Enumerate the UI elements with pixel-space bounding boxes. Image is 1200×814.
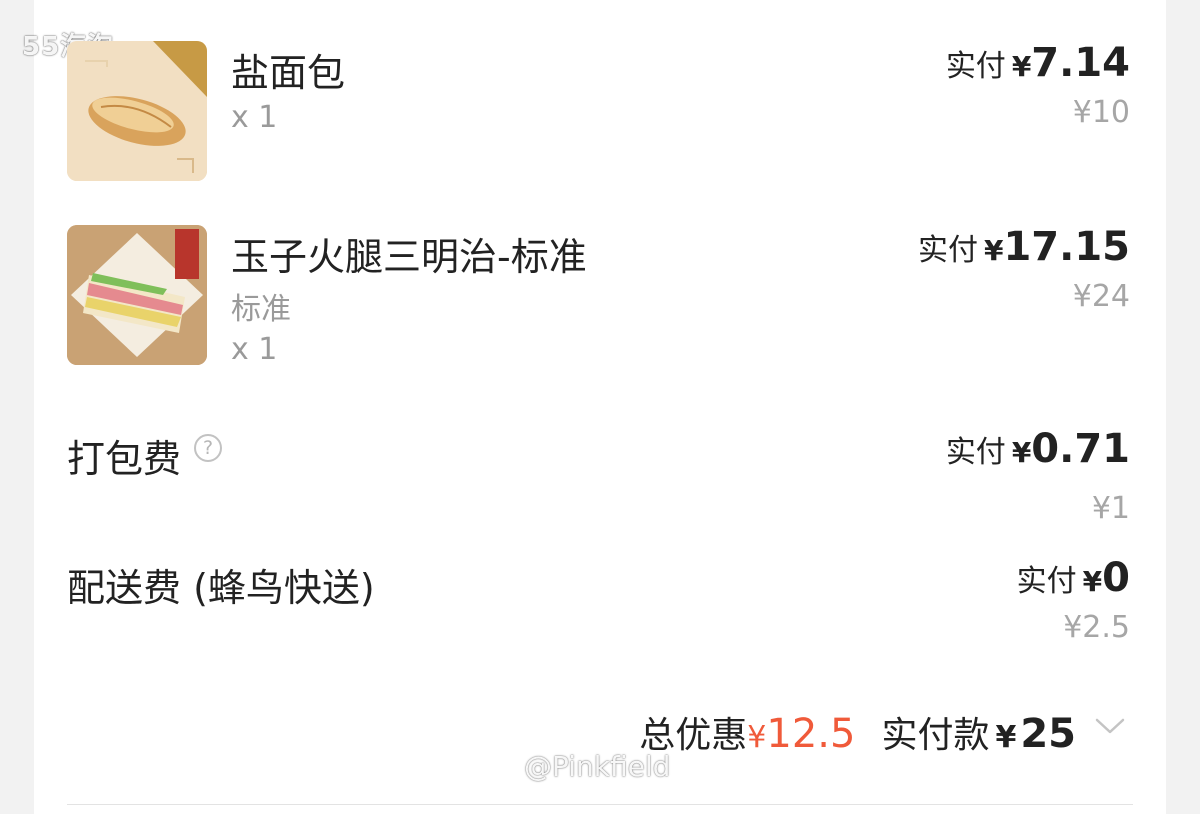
salt-bread-image — [67, 41, 207, 181]
item-name: 盐面包 — [231, 51, 346, 95]
item-quantity: x 1 — [231, 332, 278, 367]
packaging-fee-paid: 实付 ¥0.71 — [946, 426, 1130, 472]
delivery-fee-paid: 实付 ¥0 — [1017, 555, 1130, 601]
paid-label: 实付 — [945, 49, 1006, 84]
item-original-price: ¥24 — [1072, 279, 1130, 314]
paid-label: 实付 — [945, 435, 1006, 470]
total-label: 实付款 — [881, 715, 990, 756]
paid-label: 实付 — [917, 233, 978, 268]
discount-amount: 12.5 — [766, 711, 856, 757]
discount-currency: ¥ — [747, 720, 767, 755]
currency-symbol: ¥ — [983, 234, 1004, 267]
paid-amount: 17.15 — [1003, 224, 1130, 270]
currency-symbol: ¥ — [1082, 565, 1103, 598]
paid-label: 实付 — [1016, 564, 1077, 599]
delivery-fee-label: 配送费 (蜂鸟快送) — [67, 566, 375, 610]
item-name: 玉子火腿三明治-标准 — [231, 235, 587, 279]
question-circle-icon[interactable]: ? — [194, 434, 222, 462]
packaging-fee-original: ¥1 — [1091, 491, 1130, 526]
item-quantity: x 1 — [231, 100, 278, 135]
item-original-price: ¥10 — [1072, 95, 1130, 130]
chevron-down-icon[interactable] — [1094, 714, 1126, 738]
delivery-fee-original: ¥2.5 — [1063, 610, 1130, 645]
divider — [67, 804, 1133, 805]
item-spec: 标准 — [231, 292, 291, 327]
currency-symbol: ¥ — [1011, 50, 1032, 83]
currency-symbol: ¥ — [1011, 436, 1032, 469]
egg-ham-sandwich-image — [67, 225, 207, 365]
order-summary: 总优惠¥12.5 实付款 ¥25 — [639, 706, 1076, 758]
paid-amount: 0 — [1102, 555, 1130, 601]
packaging-fee-label: 打包费 — [67, 437, 182, 481]
watermark-username: @Pinkfield — [524, 750, 671, 783]
total-amount: 25 — [1020, 711, 1076, 757]
item-paid-price: 实付 ¥7.14 — [946, 40, 1130, 86]
total-currency: ¥ — [995, 720, 1017, 755]
item-paid-price: 实付 ¥17.15 — [918, 224, 1130, 270]
paid-amount: 0.71 — [1031, 426, 1130, 472]
paid-amount: 7.14 — [1031, 40, 1130, 86]
